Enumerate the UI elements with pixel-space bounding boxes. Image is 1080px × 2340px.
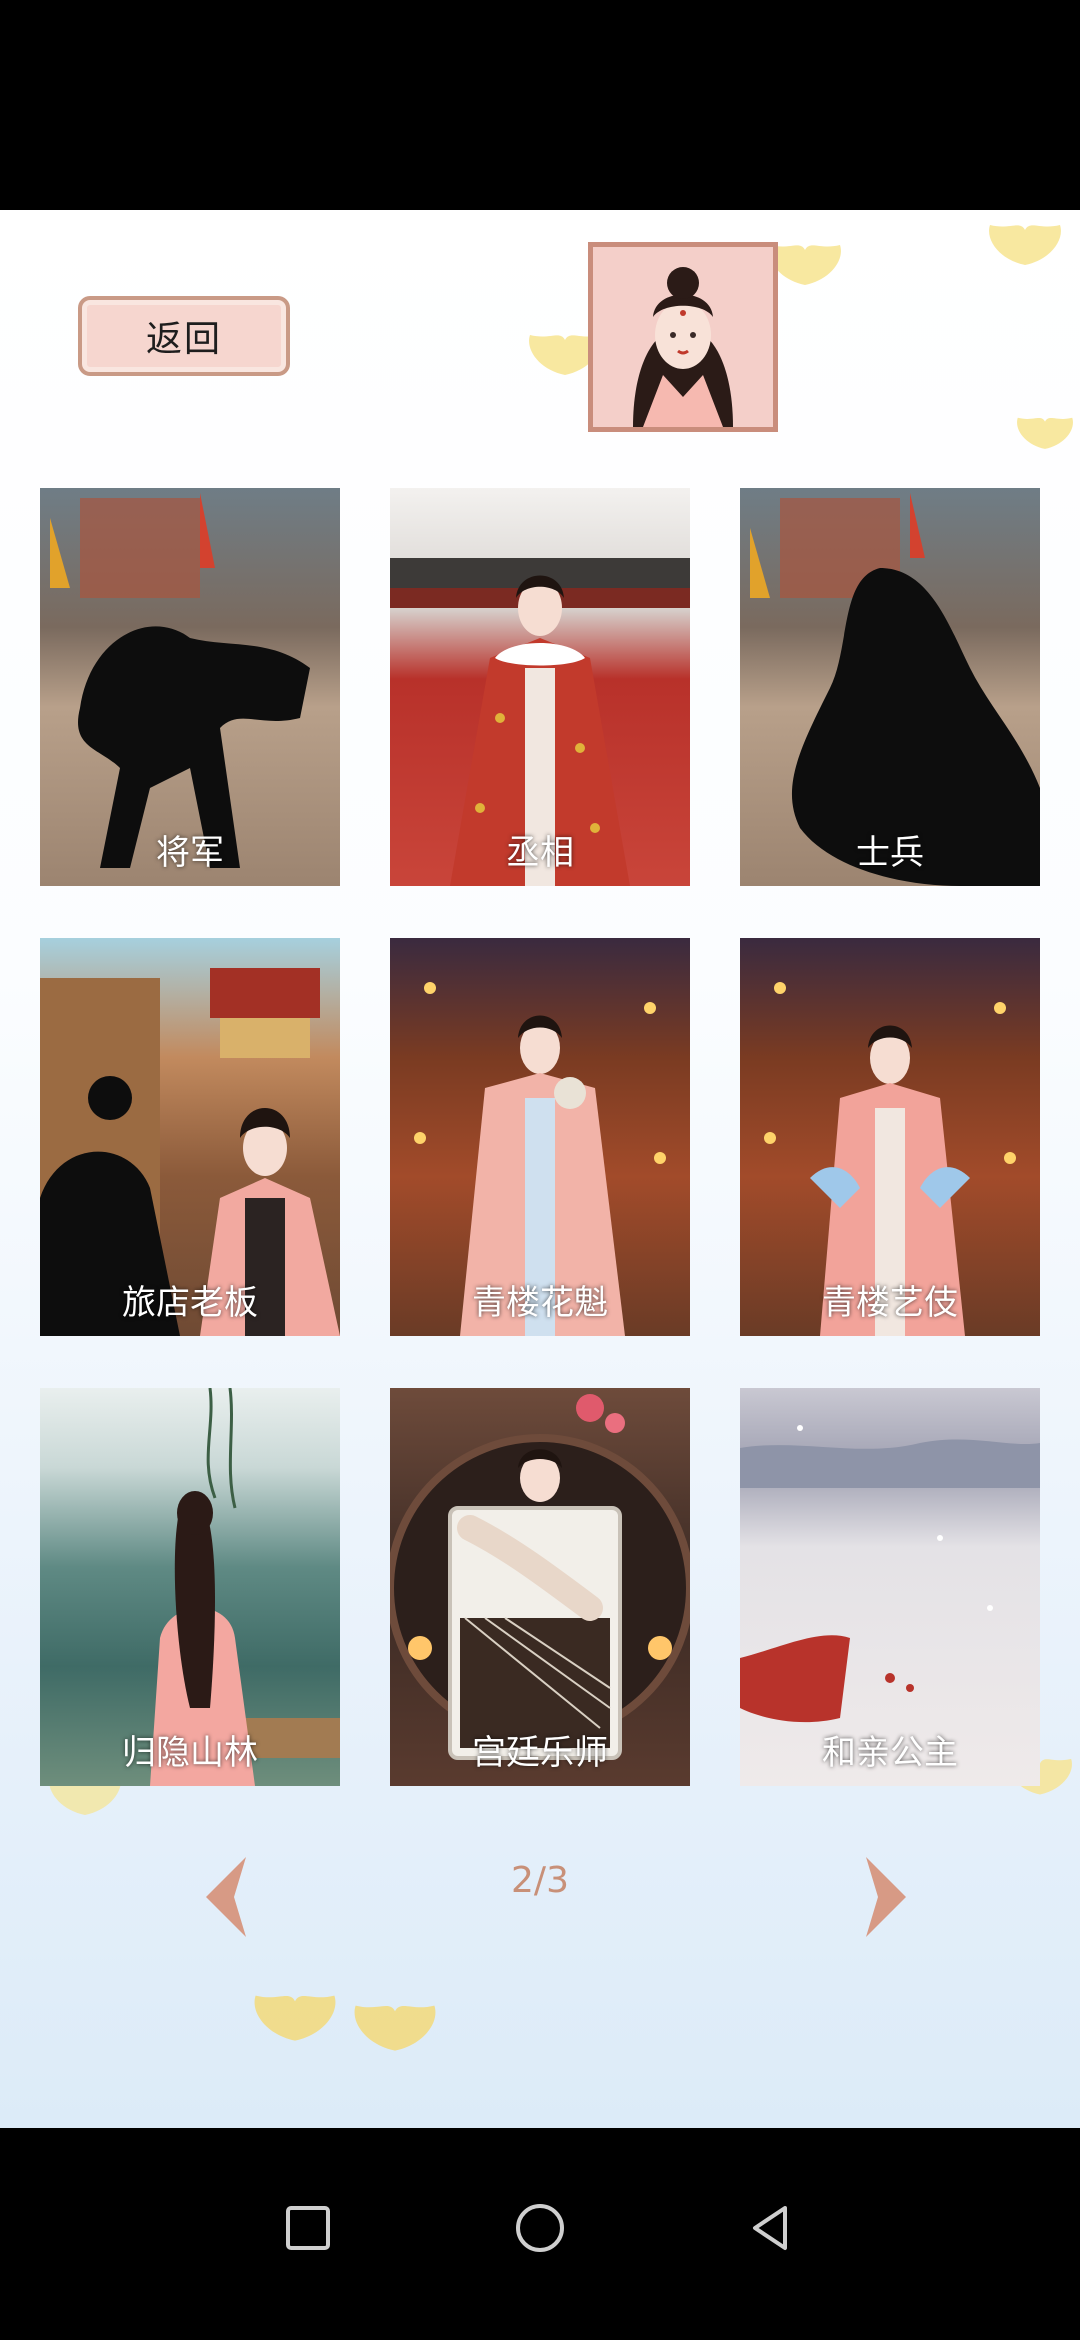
character-card-chancellor[interactable]: 丞相 — [390, 488, 690, 886]
chevron-right-icon — [866, 1857, 906, 1937]
current-character-avatar — [588, 242, 778, 432]
chevron-left-icon — [206, 1857, 246, 1937]
character-card-label: 归隐山林 — [122, 1733, 258, 1773]
character-select-screen: 返回 将军 丞相 士兵 旅店老板 青楼花魁 青楼艺伎 归隐山林 宫廷乐师 和亲公… — [0, 210, 1080, 2128]
character-card-recluse[interactable]: 归隐山林 — [40, 1388, 340, 1786]
character-card-label: 宫廷乐师 — [472, 1733, 608, 1773]
next-page-button[interactable] — [856, 1852, 916, 1942]
square-icon — [286, 2206, 330, 2250]
circle-icon — [516, 2204, 564, 2252]
ginkgo-leaf-decoration — [1017, 417, 1073, 475]
system-back-button[interactable] — [740, 2198, 800, 2258]
back-button[interactable]: 返回 — [78, 296, 290, 376]
back-button-label: 返回 — [145, 319, 222, 360]
ginkgo-leaf-decoration — [354, 2005, 436, 2088]
triangle-back-icon — [753, 2206, 787, 2250]
character-card-geisha[interactable]: 青楼艺伎 — [740, 938, 1040, 1336]
system-navigation-bar — [0, 2128, 1080, 2340]
character-card-court-musician[interactable]: 宫廷乐师 — [390, 1388, 690, 1786]
previous-page-button[interactable] — [196, 1852, 256, 1942]
ginkgo-leaf-decoration — [254, 1995, 336, 2078]
character-card-label: 和亲公主 — [822, 1733, 958, 1773]
recent-apps-button[interactable] — [278, 2198, 338, 2258]
page-indicator: 2/3 — [511, 1860, 569, 1901]
character-card-soldier[interactable]: 士兵 — [740, 488, 1040, 886]
character-card-label: 青楼艺伎 — [822, 1283, 958, 1323]
character-card-label: 士兵 — [856, 833, 924, 873]
character-card-label: 旅店老板 — [122, 1283, 258, 1323]
character-card-innkeeper[interactable]: 旅店老板 — [40, 938, 340, 1336]
character-card-courtesan[interactable]: 青楼花魁 — [390, 938, 690, 1336]
character-card-general[interactable]: 将军 — [40, 488, 340, 886]
character-card-peace-princess[interactable]: 和亲公主 — [740, 1388, 1040, 1786]
character-card-label: 将军 — [156, 833, 224, 873]
home-button[interactable] — [510, 2198, 570, 2258]
status-bar — [0, 0, 1080, 210]
ginkgo-leaf-decoration — [989, 225, 1061, 298]
character-card-label: 青楼花魁 — [472, 1283, 608, 1323]
character-card-label: 丞相 — [506, 833, 574, 873]
